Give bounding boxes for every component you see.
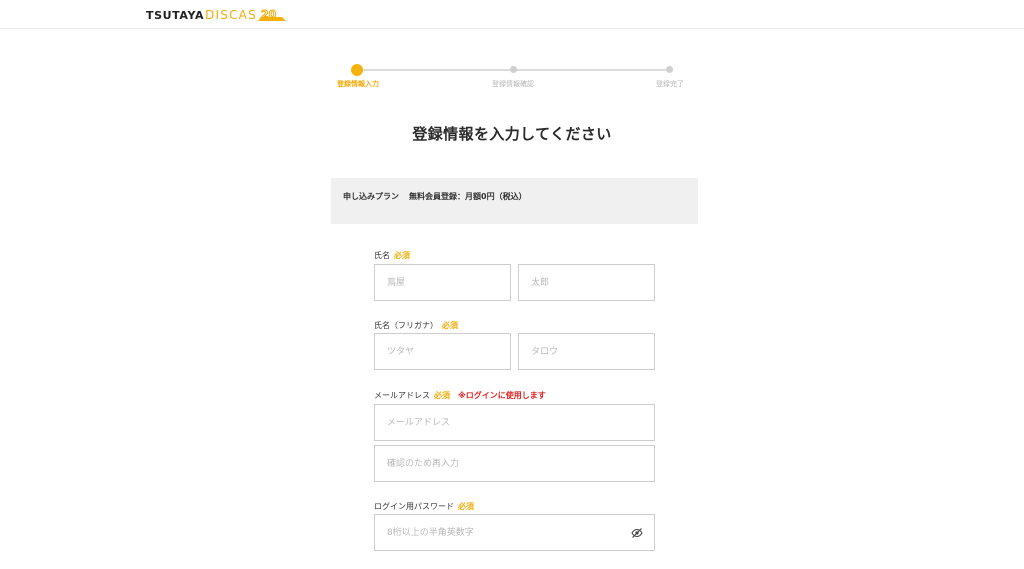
email-confirm-input[interactable] <box>374 445 655 482</box>
logo-badge-text: 20 <box>261 8 277 21</box>
plan-value: 無料会員登録：月額0円（税込） <box>409 192 527 201</box>
last-name-kana-input[interactable] <box>374 333 511 370</box>
last-name-input[interactable] <box>374 264 511 301</box>
step-2-dot <box>510 66 517 73</box>
first-name-input[interactable] <box>518 264 655 301</box>
first-name-kana-input[interactable] <box>518 333 655 370</box>
kana-label: 氏名（フリガナ） 必須 <box>374 320 458 331</box>
required-badge: 必須 <box>394 251 410 260</box>
plan-text: 申し込みプラン 無料会員登録：月額0円（税込） <box>343 191 527 202</box>
kana-label-text: 氏名（フリガナ） <box>374 321 438 330</box>
required-badge: 必須 <box>442 321 458 330</box>
step-1-label: 登録情報入力 <box>337 80 379 88</box>
anniversary-badge-icon: 20 <box>257 8 286 22</box>
required-badge: 必須 <box>434 391 450 400</box>
login-note: ※ログインに使用します <box>458 391 546 400</box>
tsutaya-discas-logo[interactable]: TSUTAYA DISCAS 20 <box>146 7 286 23</box>
password-label-text: ログイン用パスワード <box>374 502 454 511</box>
step-3-label: 登録完了 <box>656 80 684 88</box>
password-label: ログイン用パスワード 必須 <box>374 501 474 512</box>
site-header: TSUTAYA DISCAS 20 <box>0 0 1024 29</box>
step-2-label: 登録情報確認 <box>492 80 534 88</box>
page-title: 登録情報を入力してください <box>412 125 612 143</box>
logo-discas-text: DISCAS <box>205 8 257 22</box>
plan-label: 申し込みプラン <box>343 192 399 201</box>
email-input[interactable] <box>374 404 655 441</box>
password-input[interactable] <box>374 514 655 551</box>
required-badge: 必須 <box>458 502 474 511</box>
logo-tsutaya-text: TSUTAYA <box>146 8 205 22</box>
step-3-dot <box>666 66 673 73</box>
step-1-dot <box>351 64 363 76</box>
email-label: メールアドレス 必須 ※ログインに使用します <box>374 390 546 401</box>
plan-summary: 申し込みプラン 無料会員登録：月額0円（税込） <box>331 178 698 224</box>
name-label-text: 氏名 <box>374 251 390 260</box>
email-label-text: メールアドレス <box>374 391 430 400</box>
name-label: 氏名 必須 <box>374 250 410 261</box>
eye-slash-icon[interactable] <box>631 527 643 539</box>
